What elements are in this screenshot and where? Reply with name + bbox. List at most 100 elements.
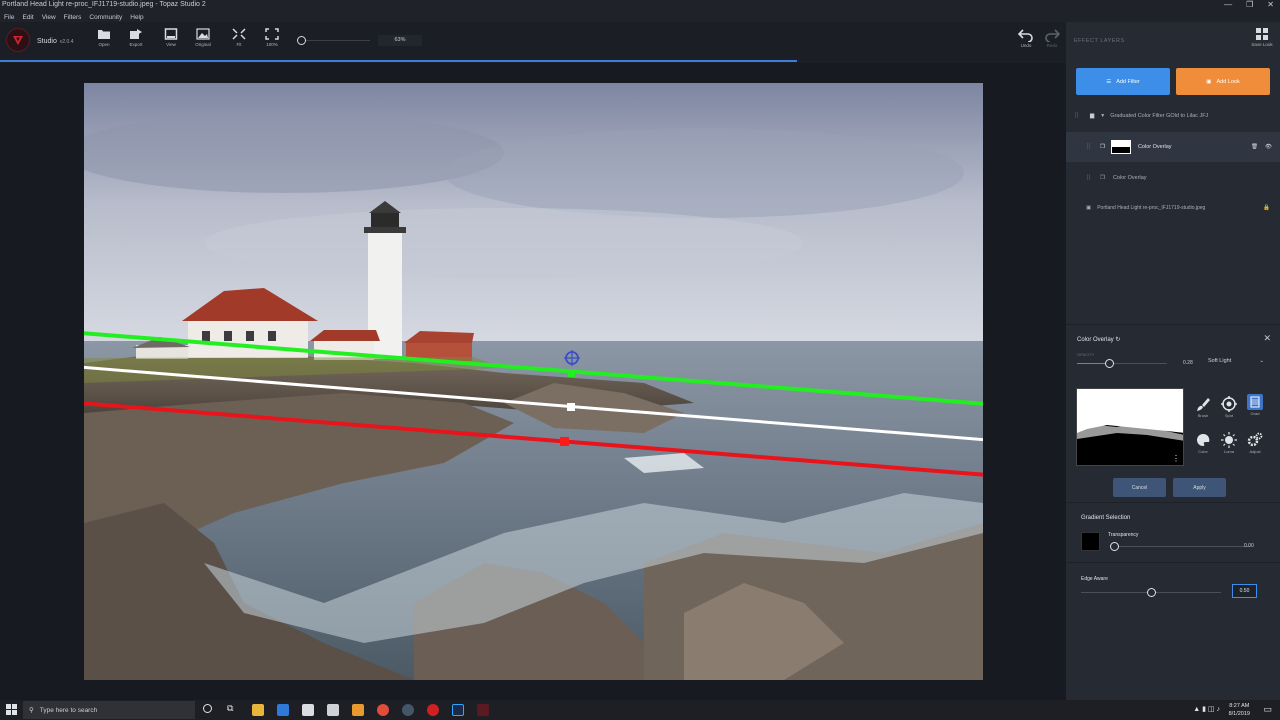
chrome-icon[interactable] (377, 704, 389, 716)
original-button[interactable]: Original (190, 28, 216, 47)
mail-icon[interactable] (327, 704, 339, 716)
notifications-icon[interactable]: ▭ (1263, 704, 1272, 715)
color-swatch[interactable] (1081, 532, 1100, 551)
brush-tool[interactable]: Brush (1192, 396, 1214, 418)
file-explorer-icon[interactable] (252, 704, 264, 716)
original-label: Original (195, 42, 211, 47)
gradient-bottom-line[interactable] (84, 397, 983, 481)
trash-icon[interactable]: 🗑 (1251, 144, 1258, 150)
cancel-button[interactable]: Cancel (1113, 478, 1166, 497)
app-icon-circle[interactable] (402, 704, 414, 716)
grad-tool[interactable]: Grad (1244, 394, 1266, 416)
opacity-value[interactable]: 0.28 (1183, 360, 1193, 366)
redo-button[interactable]: Redo (1042, 28, 1062, 48)
image-canvas[interactable] (0, 63, 1066, 700)
view-icon (164, 28, 178, 40)
opacity-slider-knob[interactable] (1104, 359, 1114, 368)
zoom-slider-knob[interactable] (297, 36, 306, 45)
blend-mode-select[interactable]: Soft Light ⌄ (1208, 358, 1268, 368)
edge-aware-input[interactable]: 0.50 (1232, 584, 1257, 598)
apply-button[interactable]: Apply (1173, 478, 1226, 497)
drag-handle-icon[interactable]: ⠿ (1074, 112, 1084, 120)
overlay-title-text: Color Overlay (1077, 337, 1114, 343)
gradient-icon (1247, 394, 1263, 410)
taskbar-search[interactable]: ⚲ Type here to search (23, 701, 195, 719)
fit-button[interactable]: Fit (226, 28, 252, 47)
layer-mask-thumbnail (1110, 140, 1131, 154)
store-icon[interactable] (302, 704, 314, 716)
spot-tool[interactable]: Spot (1218, 396, 1240, 418)
drag-handle-icon[interactable]: ⠿ (1086, 174, 1096, 182)
add-filter-button[interactable]: ☰ Add Filter (1076, 68, 1170, 95)
panel-header: EFFECT LAYERS (1074, 38, 1125, 44)
windows-start-icon[interactable] (6, 704, 17, 715)
gradient-top-line[interactable] (84, 327, 983, 410)
zoom-100-button[interactable]: 100% (259, 28, 285, 47)
gradient-center-handle[interactable] (567, 403, 575, 411)
zoom-value[interactable]: 63% (378, 35, 422, 46)
reset-icon[interactable]: ↻ (1115, 337, 1120, 343)
menu-community[interactable]: Community (89, 14, 122, 21)
menu-filters[interactable]: Filters (64, 14, 82, 21)
menu-view[interactable]: View (42, 14, 56, 21)
gradient-center-line[interactable] (84, 361, 983, 446)
minimize-button[interactable]: — (1224, 0, 1232, 9)
zoom-100-label: 100% (266, 42, 278, 47)
edge-aware-slider-knob[interactable] (1147, 588, 1156, 597)
photoshop-icon[interactable] (452, 704, 464, 716)
undo-label: Undo (1020, 43, 1032, 48)
drag-handle-icon[interactable]: ⠿ (1086, 143, 1096, 151)
transparency-label: Transparency (1108, 532, 1139, 538)
more-options-icon[interactable]: ⋮ (1172, 454, 1180, 463)
target-icon (1221, 396, 1237, 412)
app-icon-cube[interactable] (352, 704, 364, 716)
transparency-value[interactable]: 0.00 (1244, 543, 1254, 549)
collapse-arrow-icon[interactable]: ▼ (1100, 113, 1105, 119)
layer-color-overlay[interactable]: ⠿ ❐ Color Overlay (1066, 163, 1280, 193)
close-button[interactable]: ✕ (1267, 0, 1274, 9)
undo-button[interactable]: Undo (1016, 28, 1036, 48)
maximize-button[interactable]: ❐ (1246, 0, 1253, 9)
close-icon[interactable]: ✕ (1263, 333, 1271, 344)
gradient-bottom-handle[interactable] (560, 437, 569, 446)
layers-icon: ❐ (1100, 175, 1105, 181)
move-target-icon[interactable] (564, 350, 580, 366)
folder-icon (98, 30, 110, 39)
system-tray-icons[interactable]: ▲ ▮ ◫ ♪ (1193, 705, 1220, 713)
folder-icon: ▆ (1090, 113, 1095, 119)
cortana-icon[interactable] (203, 704, 212, 713)
transparency-slider-track[interactable] (1110, 546, 1250, 547)
eye-icon[interactable]: 👁 (1265, 144, 1272, 150)
gradient-top-handle[interactable] (568, 370, 575, 377)
layer-color-overlay-selected[interactable]: ⠿ ❐ Color Overlay 🗑 👁 (1066, 132, 1280, 162)
add-look-button[interactable]: ▣ Add Look (1176, 68, 1270, 95)
adjust-tool[interactable]: Adjust (1244, 432, 1266, 454)
luma-tool[interactable]: Luma (1218, 432, 1240, 454)
menu-help[interactable]: Help (130, 14, 143, 21)
save-look-button[interactable]: Save Look (1250, 28, 1274, 47)
menu-file[interactable]: File (4, 14, 14, 21)
zoom-slider-track[interactable] (300, 40, 370, 41)
title-bar: Portland Head Light re-proc_IFJ1719-stud… (0, 0, 1280, 12)
blend-mode-value: Soft Light (1208, 358, 1232, 364)
edge-browser-icon[interactable] (277, 704, 289, 716)
lighthouse-photo[interactable] (84, 83, 983, 680)
time: 8:27 AM (1229, 703, 1250, 709)
layer-base-image[interactable]: ▣ Portland Head Light re-proc_IFJ1719-st… (1066, 193, 1280, 223)
view-button[interactable]: View (158, 28, 184, 47)
clock[interactable]: 8:27 AM 8/1/2019 (1229, 702, 1250, 718)
menu-edit[interactable]: Edit (22, 14, 33, 21)
transparency-slider-knob[interactable] (1110, 542, 1119, 551)
main-toolbar: Studio v2.0.4 Open Export View Original F… (0, 22, 1066, 60)
task-view-icon[interactable]: ⧉ (227, 703, 233, 714)
color-tool[interactable]: Color (1192, 432, 1214, 454)
app-icon-red[interactable] (427, 704, 439, 716)
grad-label: Grad (1250, 411, 1260, 416)
topaz-studio-taskbar-icon[interactable] (477, 704, 489, 716)
export-button[interactable]: Export (123, 28, 149, 47)
redo-icon (1045, 29, 1061, 43)
menu-bar: File Edit View Filters Community Help (0, 12, 1280, 22)
open-button[interactable]: Open (91, 28, 117, 47)
layer-name: Portland Head Light re-proc_IFJ1719-stud… (1097, 205, 1206, 211)
layer-group[interactable]: ⠿ ▆ ▼ Graduated Color Filter GOld to Lil… (1066, 101, 1280, 131)
